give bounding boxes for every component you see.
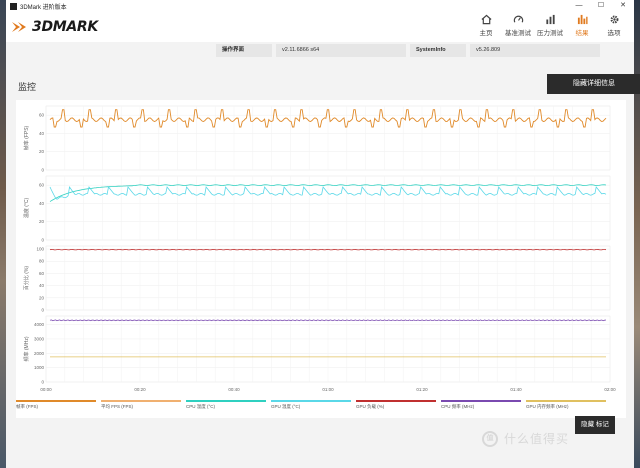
nav-results[interactable]: 结果 [566,14,598,37]
legend-item[interactable]: 帧率 (FPS) [16,400,96,410]
monitoring-chart: 60 40 20 0 帧率 (FPS) 60 40 20 0 温度 (°C) 100 80 60 40 20… [16,100,626,418]
logo-mark-icon [12,22,26,32]
close-button[interactable]: ✕ [612,0,634,12]
main-nav: 主页 基准测试 压力测试 结果 选项 [470,14,630,37]
panel-1-ytick: 0 [41,238,44,243]
panel-2-ytick: 60 [39,271,45,276]
panel-0-ytick: 60 [39,113,45,118]
x-tick-label: 00:20 [134,387,146,392]
legend-swatch [271,400,351,402]
panel-3-ytick: 3000 [34,336,45,341]
logo: 3DMARK [12,19,98,35]
watermark-logo-icon: 值 [482,430,498,447]
legend-item[interactable]: CPU 频率 (MHz) [441,400,521,410]
legend-label: GPU 负载 (%) [356,404,385,409]
legend-item[interactable]: GPU 内存频率 (MHz) [526,400,606,410]
app-window: 3DMark 进阶版本 — ☐ ✕ 3DMARK 主页 基准测试 压力测试 结果… [6,0,640,468]
legend-swatch [16,400,96,402]
panel-2-ytick: 0 [41,308,44,313]
panel-1-ylabel: 温度 (°C) [23,198,30,219]
panel-0-ytick: 0 [41,168,44,173]
watermark-text: 什么值得买 [504,432,570,446]
panel-2-ytick: 80 [39,259,45,264]
app-icon [10,2,17,10]
nav-stress-tests-label: 压力测试 [537,30,563,37]
legend-swatch [526,400,606,402]
nav-options[interactable]: 选项 [598,14,630,37]
legend-label: 平均 FPS (FPS) [101,404,134,409]
hide-markers-button[interactable]: 隐藏 标记 [575,416,615,434]
version-info-row: 操作界面 v2.11.6866 s64 SystemInfo v5.26.809 [216,44,600,57]
x-tick-label: 00:40 [228,387,240,392]
gauge-icon [513,15,523,23]
legend-label: GPU 温度 (°C) [271,404,301,409]
legend-swatch [356,400,436,402]
panel-0-ytick: 40 [39,131,45,136]
nav-options-label: 选项 [607,30,621,37]
app-header: 3DMARK 主页 基准测试 压力测试 结果 选项 [6,12,634,42]
panel-2-ytick: 40 [39,283,45,288]
monitoring-title: 监控 [18,82,37,92]
nav-benchmarks-label: 基准测试 [505,30,531,37]
minimize-button[interactable]: — [568,0,590,12]
x-tick-label: 01:40 [510,387,522,392]
legend-item[interactable]: CPU 温度 (°C) [186,400,266,410]
legend-item[interactable]: GPU 负载 (%) [356,400,436,410]
chart-svg: 60 40 20 0 帧率 (FPS) 60 40 20 0 温度 (°C) 100 80 60 40 20… [23,105,616,392]
panel-0-ylabel: 帧率 (FPS) [23,125,30,150]
maximize-button[interactable]: ☐ [590,0,612,12]
panel-0-ytick: 20 [39,149,45,154]
panel-3-ytick: 1000 [34,365,45,370]
gear-icon [610,15,618,24]
legend-item[interactable]: GPU 温度 (°C) [271,400,351,410]
chart-legend: 帧率 (FPS) 平均 FPS (FPS) CPU 温度 (°C) GPU 温度 (°… [16,400,606,410]
legend-swatch [101,400,181,402]
legend-item[interactable]: 平均 FPS (FPS) [101,400,181,410]
panel-2-ytick: 100 [36,247,44,252]
os-label: 操作界面 [216,44,272,57]
panel-3-ytick: 0 [41,380,44,385]
legend-swatch [441,400,521,402]
nav-home-label: 主页 [479,30,493,37]
logo-text: 3DMARK [32,19,98,35]
title-bar: 3DMark 进阶版本 — ☐ ✕ [6,0,634,12]
panel-3-ytick: 4000 [34,322,45,327]
systeminfo-label: SystemInfo [410,44,466,57]
systeminfo-value: v5.26.809 [470,44,600,57]
legend-label: CPU 温度 (°C) [186,404,216,409]
x-tick-label: 02:00 [604,387,616,392]
panel-3-ylabel: 频率 (MHz) [23,336,30,361]
panel-1-ytick: 40 [39,201,45,206]
legend-label: CPU 频率 (MHz) [441,404,475,409]
hide-details-button[interactable]: 隐藏详细信息 [547,74,640,94]
panel-1-ytick: 20 [39,219,45,224]
panel-1-ytick: 60 [39,183,45,188]
watermark: 值 什么值得买 [482,430,569,447]
legend-label: 帧率 (FPS) [16,404,38,409]
bars-icon [545,14,555,25]
panel-2-ytick: 20 [39,295,45,300]
nav-home[interactable]: 主页 [470,14,502,37]
legend-label: GPU 内存频率 (MHz) [526,404,569,409]
os-value: v2.11.6866 s64 [276,44,406,57]
window-title: 3DMark 进阶版本 [20,4,67,11]
panel-3-ytick: 2000 [34,351,45,356]
x-tick-label: 00:00 [40,387,52,392]
x-tick-label: 01:20 [416,387,428,392]
nav-results-label: 结果 [575,30,589,37]
nav-benchmarks[interactable]: 基准测试 [502,14,534,37]
results-icon [577,14,588,25]
home-icon [481,14,491,25]
x-tick-label: 01:00 [322,387,334,392]
series-line-4 [49,248,607,251]
legend-swatch [186,400,266,402]
panel-2-ylabel: 百分比 (%) [23,266,30,291]
nav-stress-tests[interactable]: 压力测试 [534,14,566,37]
